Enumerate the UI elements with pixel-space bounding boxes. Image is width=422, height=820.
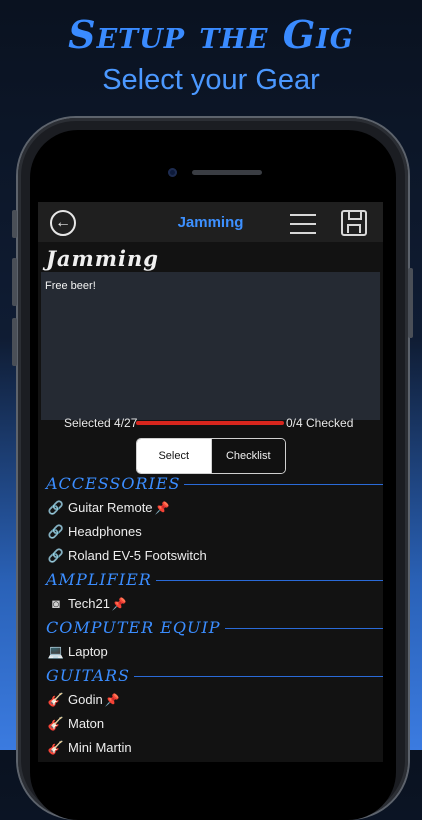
gig-title: Jamming	[46, 246, 159, 271]
section-title: ACCESSORIES	[46, 474, 185, 493]
gear-item[interactable]: 🎸 Mini Martin	[38, 736, 383, 760]
phone-side-button	[12, 210, 17, 238]
select-segment-button[interactable]: Select	[137, 439, 211, 473]
phone-volume-down	[12, 318, 17, 366]
gear-item[interactable]: 🔗 Headphones	[38, 520, 383, 544]
section-title: GUITARS	[46, 666, 134, 685]
gear-item-label: Tech21	[68, 596, 110, 611]
selected-count: Selected 4/27	[64, 416, 138, 430]
navbar: ← Jamming	[38, 202, 383, 242]
gear-item[interactable]: 🎸 Maton	[38, 712, 383, 736]
pin-icon: 📌	[104, 693, 120, 707]
section-title: COMPUTER EQUIP	[46, 618, 225, 637]
laptop-icon: 💻	[47, 644, 65, 659]
section-title: AMPLIFIER	[46, 570, 156, 589]
floppy-save-icon[interactable]	[341, 210, 367, 236]
section-header: COMPUTER EQUIP	[38, 616, 383, 640]
phone-volume-up	[12, 258, 17, 306]
cable-icon: 🔗	[47, 548, 65, 563]
section-header: ACCESSORIES	[38, 472, 383, 496]
navbar-title: Jamming	[177, 214, 244, 231]
guitar-icon: 🎸	[47, 692, 65, 707]
guitar-icon: 🎸	[47, 716, 65, 731]
gear-item-label: Mini Martin	[68, 740, 132, 755]
phone-power-button	[408, 268, 413, 338]
checked-progress-bar	[136, 421, 284, 425]
checklist-segment-button[interactable]: Checklist	[210, 439, 285, 473]
notes-field[interactable]: Free beer!	[41, 272, 380, 420]
gear-item[interactable]: ◙ Tech21 📌	[38, 592, 383, 616]
guitar-icon: 🎸	[47, 740, 65, 755]
hamburger-menu-icon[interactable]	[290, 214, 316, 241]
gear-item[interactable]: 🎸 Godin 📌	[38, 688, 383, 712]
gear-item-label: Godin	[68, 692, 103, 707]
gear-item-label: Maton	[68, 716, 105, 731]
mode-segmented-control: Select Checklist	[136, 438, 286, 474]
app-screen: ← Jamming Jamming Free beer! Selected 4/…	[38, 202, 383, 762]
speaker-icon: ◙	[52, 596, 60, 611]
gear-list: ACCESSORIES 🔗 Guitar Remote 📌 🔗 Headphones 🔗 Ro…	[38, 472, 383, 760]
gear-item[interactable]: 🔗 Guitar Remote 📌	[38, 496, 383, 520]
gear-item[interactable]: 💻 Laptop	[38, 640, 383, 664]
section-header: AMPLIFIER	[38, 568, 383, 592]
gear-item-label: Laptop	[68, 644, 108, 659]
notes-text: Free beer!	[45, 280, 96, 292]
gear-item-label: Headphones	[68, 524, 142, 539]
pin-icon: 📌	[111, 597, 127, 611]
gear-item[interactable]: 🔗 Roland EV-5 Footswitch	[38, 544, 383, 568]
promo-subheadline: Select your Gear	[102, 64, 320, 96]
speaker-grille	[192, 170, 262, 175]
checked-count: 0/4 Checked	[286, 416, 354, 430]
pin-icon: 📌	[154, 501, 170, 515]
cable-icon: 🔗	[47, 524, 65, 539]
section-header: GUITARS	[38, 664, 383, 688]
camera-icon	[168, 168, 177, 177]
cable-icon: 🔗	[47, 500, 65, 515]
promo-headline: Setup the Gig	[68, 12, 354, 57]
gear-item-label: Roland EV-5 Footswitch	[68, 548, 207, 563]
gear-item-label: Guitar Remote	[68, 500, 153, 515]
